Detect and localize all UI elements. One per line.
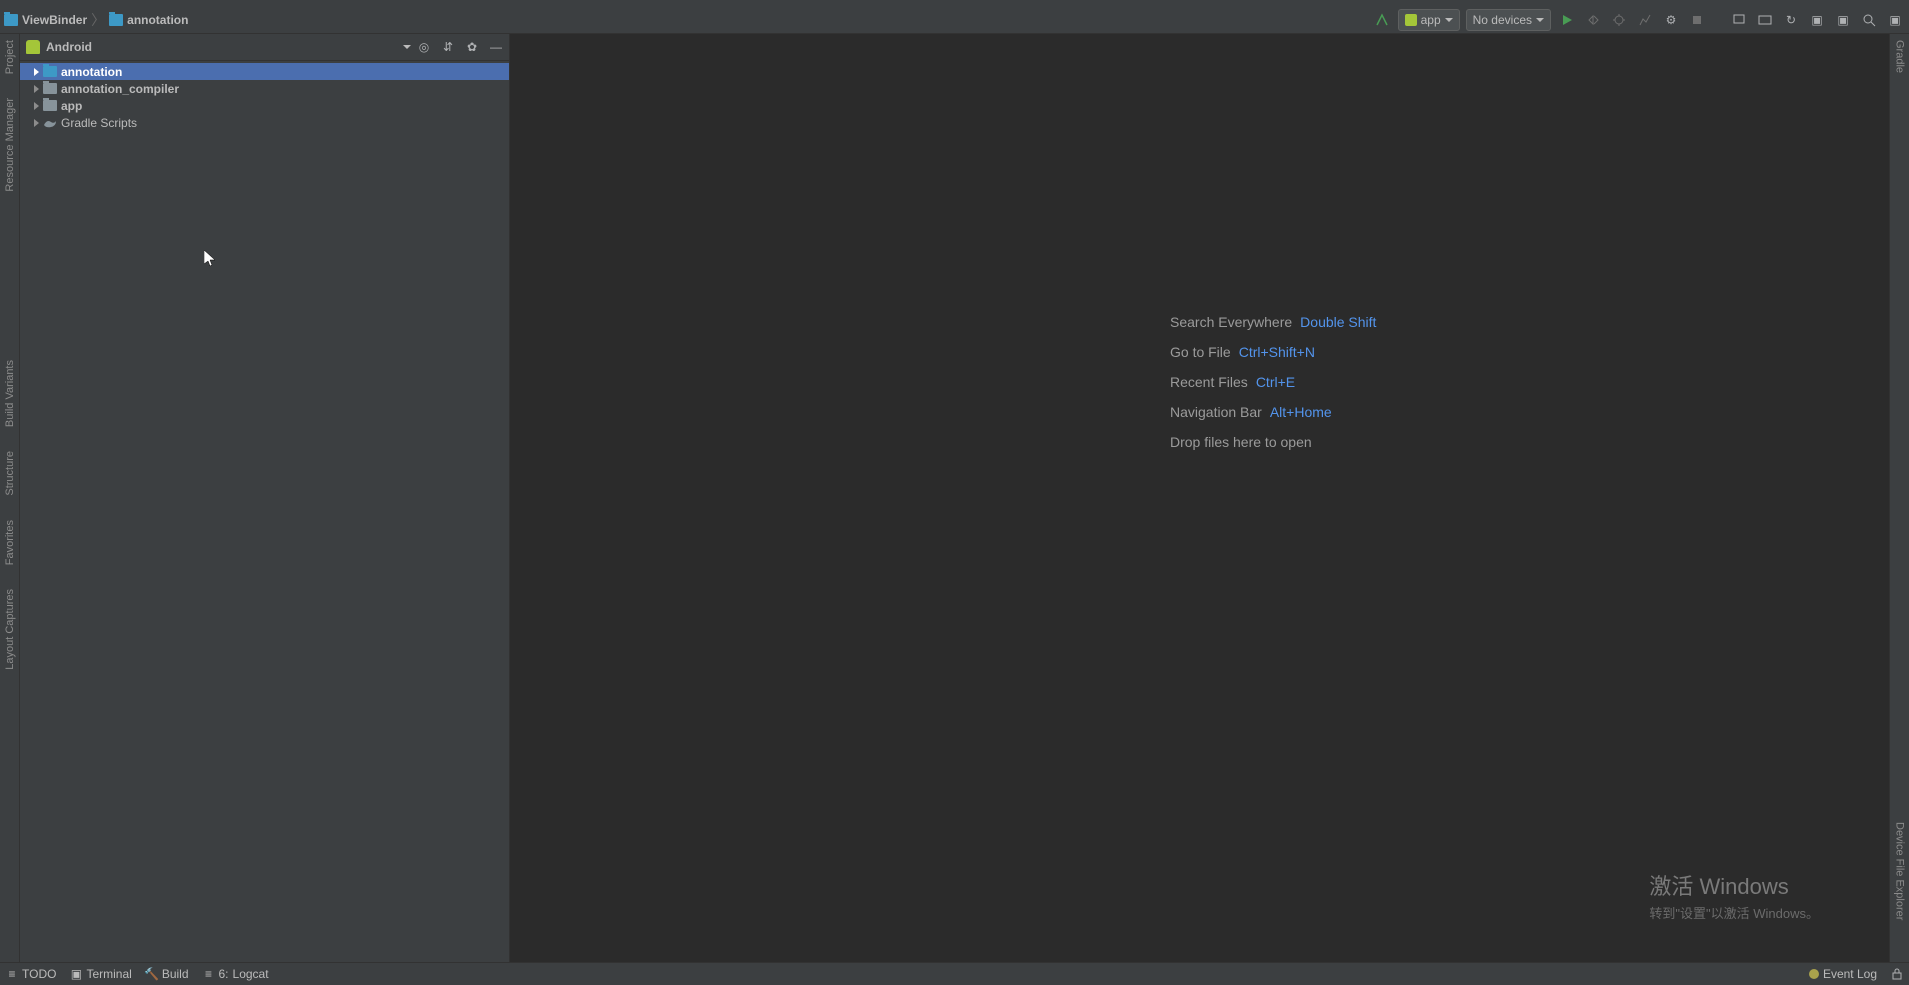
collapse-icon[interactable]: ⇵ — [441, 40, 455, 54]
rail-gradle[interactable]: Gradle — [1894, 38, 1906, 75]
android-icon — [26, 40, 40, 54]
project-panel-header: Android ◎ ⇵ ✿ — — [20, 34, 509, 61]
sync-icon[interactable]: ↻ — [1781, 10, 1801, 30]
expand-arrow-icon[interactable] — [34, 85, 39, 93]
attach-debugger-icon[interactable]: ⚙ — [1661, 10, 1681, 30]
profile-icon[interactable] — [1635, 10, 1655, 30]
rail-build-variants[interactable]: Build Variants — [4, 358, 16, 429]
expand-arrow-icon[interactable] — [34, 102, 39, 110]
run-button[interactable] — [1557, 10, 1577, 30]
tree-label: annotation_compiler — [61, 82, 179, 96]
right-tool-rail: Gradle Device File Explorer — [1889, 34, 1909, 962]
toolbar: ViewBinder 〉 annotation app No devices — [0, 7, 1909, 34]
module-dropdown-label: app — [1421, 13, 1441, 27]
rail-resource-manager[interactable]: Resource Manager — [4, 96, 16, 194]
sb-event-log[interactable]: Event Log — [1809, 967, 1877, 981]
editor-hints: Search Everywhere Double Shift Go to Fil… — [1170, 314, 1376, 450]
gradle-icon — [43, 117, 57, 129]
avd-manager-icon[interactable] — [1729, 10, 1749, 30]
sb-build[interactable]: 🔨 Build — [146, 967, 189, 981]
hammer-icon: 🔨 — [146, 968, 158, 980]
breadcrumb-root-label: ViewBinder — [22, 13, 87, 27]
rail-device-file-explorer[interactable]: Device File Explorer — [1894, 820, 1906, 922]
event-log-icon — [1809, 969, 1819, 979]
sb-logcat[interactable]: ≡ 6: Logcat — [203, 967, 269, 981]
editor-area[interactable]: Search Everywhere Double Shift Go to Fil… — [510, 34, 1889, 962]
folder-icon — [43, 83, 57, 94]
android-icon — [1405, 14, 1417, 26]
rail-project[interactable]: Project — [4, 38, 16, 76]
search-icon[interactable] — [1859, 10, 1879, 30]
breadcrumb: ViewBinder 〉 annotation — [4, 10, 1370, 30]
tree-label: Gradle Scripts — [61, 116, 137, 130]
tree-item-annotation-compiler[interactable]: annotation_compiler — [20, 80, 509, 97]
project-tree[interactable]: annotation annotation_compiler app Gradl… — [20, 61, 509, 962]
tree-item-annotation[interactable]: annotation — [20, 63, 509, 80]
hint-go-to-file: Go to File Ctrl+Shift+N — [1170, 344, 1376, 360]
toolbar-icon-1[interactable]: ▣ — [1807, 10, 1827, 30]
project-panel-title[interactable]: Android — [46, 40, 397, 54]
sb-terminal[interactable]: ▣ Terminal — [70, 967, 131, 981]
expand-arrow-icon[interactable] — [34, 119, 39, 127]
stop-icon[interactable] — [1687, 10, 1707, 30]
tree-item-app[interactable]: app — [20, 97, 509, 114]
folder-icon — [43, 66, 57, 77]
device-dropdown[interactable]: No devices — [1466, 9, 1551, 31]
main-body: Project Resource Manager Build Variants … — [0, 34, 1909, 962]
folder-icon — [43, 100, 57, 111]
tree-item-gradle-scripts[interactable]: Gradle Scripts — [20, 114, 509, 131]
folder-icon — [4, 14, 18, 26]
tree-label: annotation — [61, 65, 122, 79]
expand-arrow-icon[interactable] — [34, 68, 39, 76]
make-project-icon[interactable] — [1372, 10, 1392, 30]
device-dropdown-label: No devices — [1473, 13, 1532, 27]
hint-search-everywhere: Search Everywhere Double Shift — [1170, 314, 1376, 330]
project-panel: Android ◎ ⇵ ✿ — annotation annotation_co… — [20, 34, 510, 962]
terminal-icon: ▣ — [70, 968, 82, 980]
debug-icon[interactable] — [1609, 10, 1629, 30]
sb-todo[interactable]: ≡ TODO — [6, 967, 56, 981]
statusbar: ≡ TODO ▣ Terminal 🔨 Build ≡ 6: Logcat Ev… — [0, 962, 1909, 985]
tree-label: app — [61, 99, 82, 113]
module-dropdown[interactable]: app — [1398, 9, 1460, 31]
chevron-down-icon[interactable] — [403, 45, 411, 49]
rail-layout-captures[interactable]: Layout Captures — [4, 587, 16, 672]
hint-drop-files: Drop files here to open — [1170, 434, 1376, 450]
menubar: File Edit View Navigate Code Analyze Ref… — [0, 0, 1909, 7]
target-icon[interactable]: ◎ — [417, 40, 431, 54]
list-icon: ≡ — [6, 968, 18, 980]
windows-activation-watermark: 激活 Windows 转到"设置"以激活 Windows。 — [1649, 869, 1819, 922]
gear-icon[interactable]: ✿ — [465, 40, 479, 54]
hide-icon[interactable]: — — [489, 40, 503, 54]
breadcrumb-current[interactable]: annotation — [109, 13, 188, 27]
logcat-icon: ≡ — [203, 968, 215, 980]
sdk-manager-icon[interactable] — [1755, 10, 1775, 30]
breadcrumb-sep: 〉 — [91, 10, 105, 30]
hint-recent-files: Recent Files Ctrl+E — [1170, 374, 1376, 390]
rail-structure[interactable]: Structure — [4, 449, 16, 498]
left-tool-rail: Project Resource Manager Build Variants … — [0, 34, 20, 962]
apply-changes-icon[interactable] — [1583, 10, 1603, 30]
breadcrumb-current-label: annotation — [127, 13, 188, 27]
breadcrumb-root[interactable]: ViewBinder — [4, 13, 87, 27]
rail-favorites[interactable]: Favorites — [4, 518, 16, 567]
toolbar-icon-3[interactable]: ▣ — [1885, 10, 1905, 30]
hint-navigation-bar: Navigation Bar Alt+Home — [1170, 404, 1376, 420]
toolbar-icon-2[interactable]: ▣ — [1833, 10, 1853, 30]
sb-lock-icon[interactable] — [1891, 968, 1903, 980]
folder-icon — [109, 14, 123, 26]
toolbar-right: app No devices ⚙ ↻ ▣ ▣ — [1372, 9, 1905, 31]
